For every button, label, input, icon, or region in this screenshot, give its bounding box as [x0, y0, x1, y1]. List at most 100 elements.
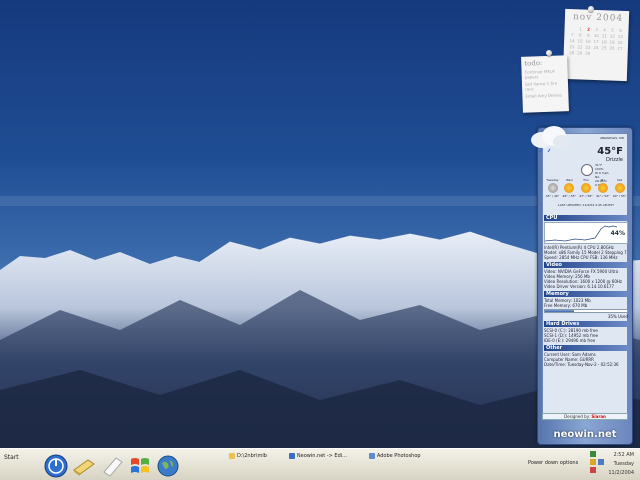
sun-icon [614, 183, 625, 193]
memory-bar-fill [545, 310, 574, 312]
cloudy-icon [547, 183, 558, 193]
memory-used: 35% Used [607, 314, 628, 319]
document-icon[interactable] [100, 454, 124, 478]
taskbar-app-folder[interactable]: D:\2nbr\mlb [226, 450, 270, 462]
notepad-icon[interactable] [72, 454, 96, 478]
weather-updated-text: LAST UPDATED: 11/2/04 2:45 AM EST [557, 204, 614, 207]
taskbar-app-label: D:\2nbr\mlb [237, 453, 267, 459]
browser-icon [288, 453, 295, 459]
network-icon[interactable] [590, 451, 596, 457]
calendar-day: 24 [593, 44, 599, 51]
taskbar-app-label: Adobe Photoshop [376, 453, 421, 459]
designer-name: Siaran [591, 414, 606, 419]
calendar-note[interactable]: nov 2004 1 2 3 4 5 6 7 8 9 10 11 12 13 14 15 16 17 18 19 20 2… [562, 8, 630, 82]
system-sidebar[interactable]: ANNAPOLIS, MD 45°F Drizzle 31°F 100% W 9… [537, 127, 633, 445]
cpu-line: Speed: 2854 MHz CPU FSB: 136 MHz [544, 255, 618, 260]
memory-line: Free Memory: 670 Mb [544, 303, 588, 308]
photoshop-icon [368, 453, 375, 459]
cpu-header: CPU [544, 215, 628, 221]
todo-title: todo: [524, 59, 543, 68]
calendar-day: 12 [609, 33, 615, 39]
calendar-day: 22 [577, 44, 583, 50]
calendar-day: 11 [601, 33, 607, 39]
memory-bar [544, 309, 628, 313]
windows-icon[interactable] [128, 454, 152, 478]
drives-header: Hard Drives [544, 321, 628, 327]
weather-temperature: 45°F [597, 146, 623, 157]
todo-line: Email Amy Denise [525, 92, 562, 99]
tray-date: 11/2/2004 [608, 470, 634, 476]
todo-line: Continue FMLA papers [524, 68, 555, 80]
system-tray: 2:52 AM Tuesday 11/2/2004 [586, 450, 640, 480]
system-info: CPU 44% Intel(R) Pentium(R) 4 CPU 2.80GH… [543, 213, 629, 367]
cpu-percent: 44% [610, 230, 625, 237]
folder-icon [229, 453, 235, 459]
power-icon[interactable] [44, 454, 68, 478]
forecast-temps: 48° / 55° [562, 194, 577, 198]
taskbar-app-photoshop[interactable]: Adobe Photoshop [366, 450, 424, 462]
forecast-day-label: Tuesday [546, 178, 559, 182]
forecast-day-label: Sat [617, 178, 622, 182]
pin-icon [588, 6, 594, 12]
calendar-day: 3 [595, 26, 598, 33]
calendar-day: 14 [569, 38, 575, 44]
cloud-icon [531, 126, 571, 152]
sun-icon [581, 183, 591, 193]
calendar-grid: 1 2 3 4 5 6 7 8 9 10 11 12 13 14 15 16 17 18 19 20 21 22 23 24 2… [568, 26, 625, 57]
other-line: Date/Time: Tuesday-Nov-2 - 02:52:36 [544, 362, 619, 367]
forecast-day: Tuesday 45° / 46° [545, 178, 560, 198]
forecast-day-label: Fri [600, 178, 605, 182]
calendar-day: 15 [577, 38, 583, 44]
weather-location: ANNAPOLIS, MD [599, 136, 624, 140]
forecast-temps: 41° / 53° [595, 194, 610, 198]
calendar-day: 30 [585, 50, 591, 56]
speaker-icon[interactable] [590, 459, 596, 465]
video-line: Video Driver Version: 6.14.10.6177 [544, 284, 615, 289]
weather-updated: LAST UPDATED: 11/2/04 2:45 AM EST [545, 204, 627, 207]
calendar-day: 6 [619, 27, 622, 33]
forecast-temps: 47° / 58° [579, 194, 593, 198]
globe-icon[interactable] [156, 454, 180, 478]
calendar-day: 25 [601, 45, 607, 51]
todo-line: Get Vance 1 tire rack [524, 80, 558, 92]
pin-icon [546, 50, 552, 56]
calendar-day: 4 [603, 27, 606, 33]
taskbar-app-label: Neowin.net -> Edi... [296, 453, 347, 459]
sun-icon [597, 183, 608, 193]
calendar-day: 18 [601, 39, 607, 45]
calendar-month: nov [572, 12, 593, 23]
forecast-day: Thu 47° / 58° [579, 178, 594, 198]
power-down-options[interactable]: Power down options [528, 460, 578, 466]
calendar-day: 13 [617, 33, 623, 39]
security-icon[interactable] [590, 467, 596, 473]
clock-icon [581, 164, 593, 176]
calendar-day: 29 [577, 50, 583, 56]
sidebar-panel: ANNAPOLIS, MD 45°F Drizzle 31°F 100% W 9… [542, 133, 628, 419]
forecast-day: Wed 48° / 55° [562, 178, 577, 198]
designed-by-label: Designed by: [564, 414, 591, 419]
weather-forecast: Tuesday 45° / 46° Wed 48° / 55° Thu 47° … [545, 178, 627, 198]
forecast-day: Sat 40° / 55° [612, 178, 627, 198]
calendar-day: 2 [587, 26, 591, 32]
messenger-icon[interactable] [598, 459, 604, 465]
designer-credit[interactable]: Designed by: Siaran [542, 413, 628, 420]
tray-time[interactable]: 2:52 AM [613, 452, 634, 458]
calendar-day: 16 [585, 38, 591, 44]
brand-logo[interactable]: neowin.net [538, 429, 632, 440]
calendar-day: 9 [586, 32, 590, 38]
calendar-day: 7 [570, 32, 574, 38]
sun-icon [564, 183, 575, 193]
todo-note[interactable]: todo: Continue FMLA papers Get Vance 1 t… [521, 55, 569, 113]
cpu-graph: 44% [544, 222, 628, 244]
calendar-title: nov 2004 [569, 12, 625, 24]
other-header: Other [544, 345, 628, 351]
taskbar-app-browser[interactable]: Neowin.net -> Edi... [286, 450, 350, 462]
start-button[interactable]: Start [4, 452, 34, 464]
memory-header: Memory [544, 291, 628, 297]
drive-line: IDE-0 (E:): 29496 mb free [544, 338, 596, 343]
calendar-day: 28 [569, 50, 575, 56]
tray-day: Tuesday [613, 461, 634, 467]
calendar-year: 2004 [596, 12, 624, 24]
calendar-day: 17 [593, 38, 599, 45]
forecast-day-label: Wed [565, 178, 573, 182]
